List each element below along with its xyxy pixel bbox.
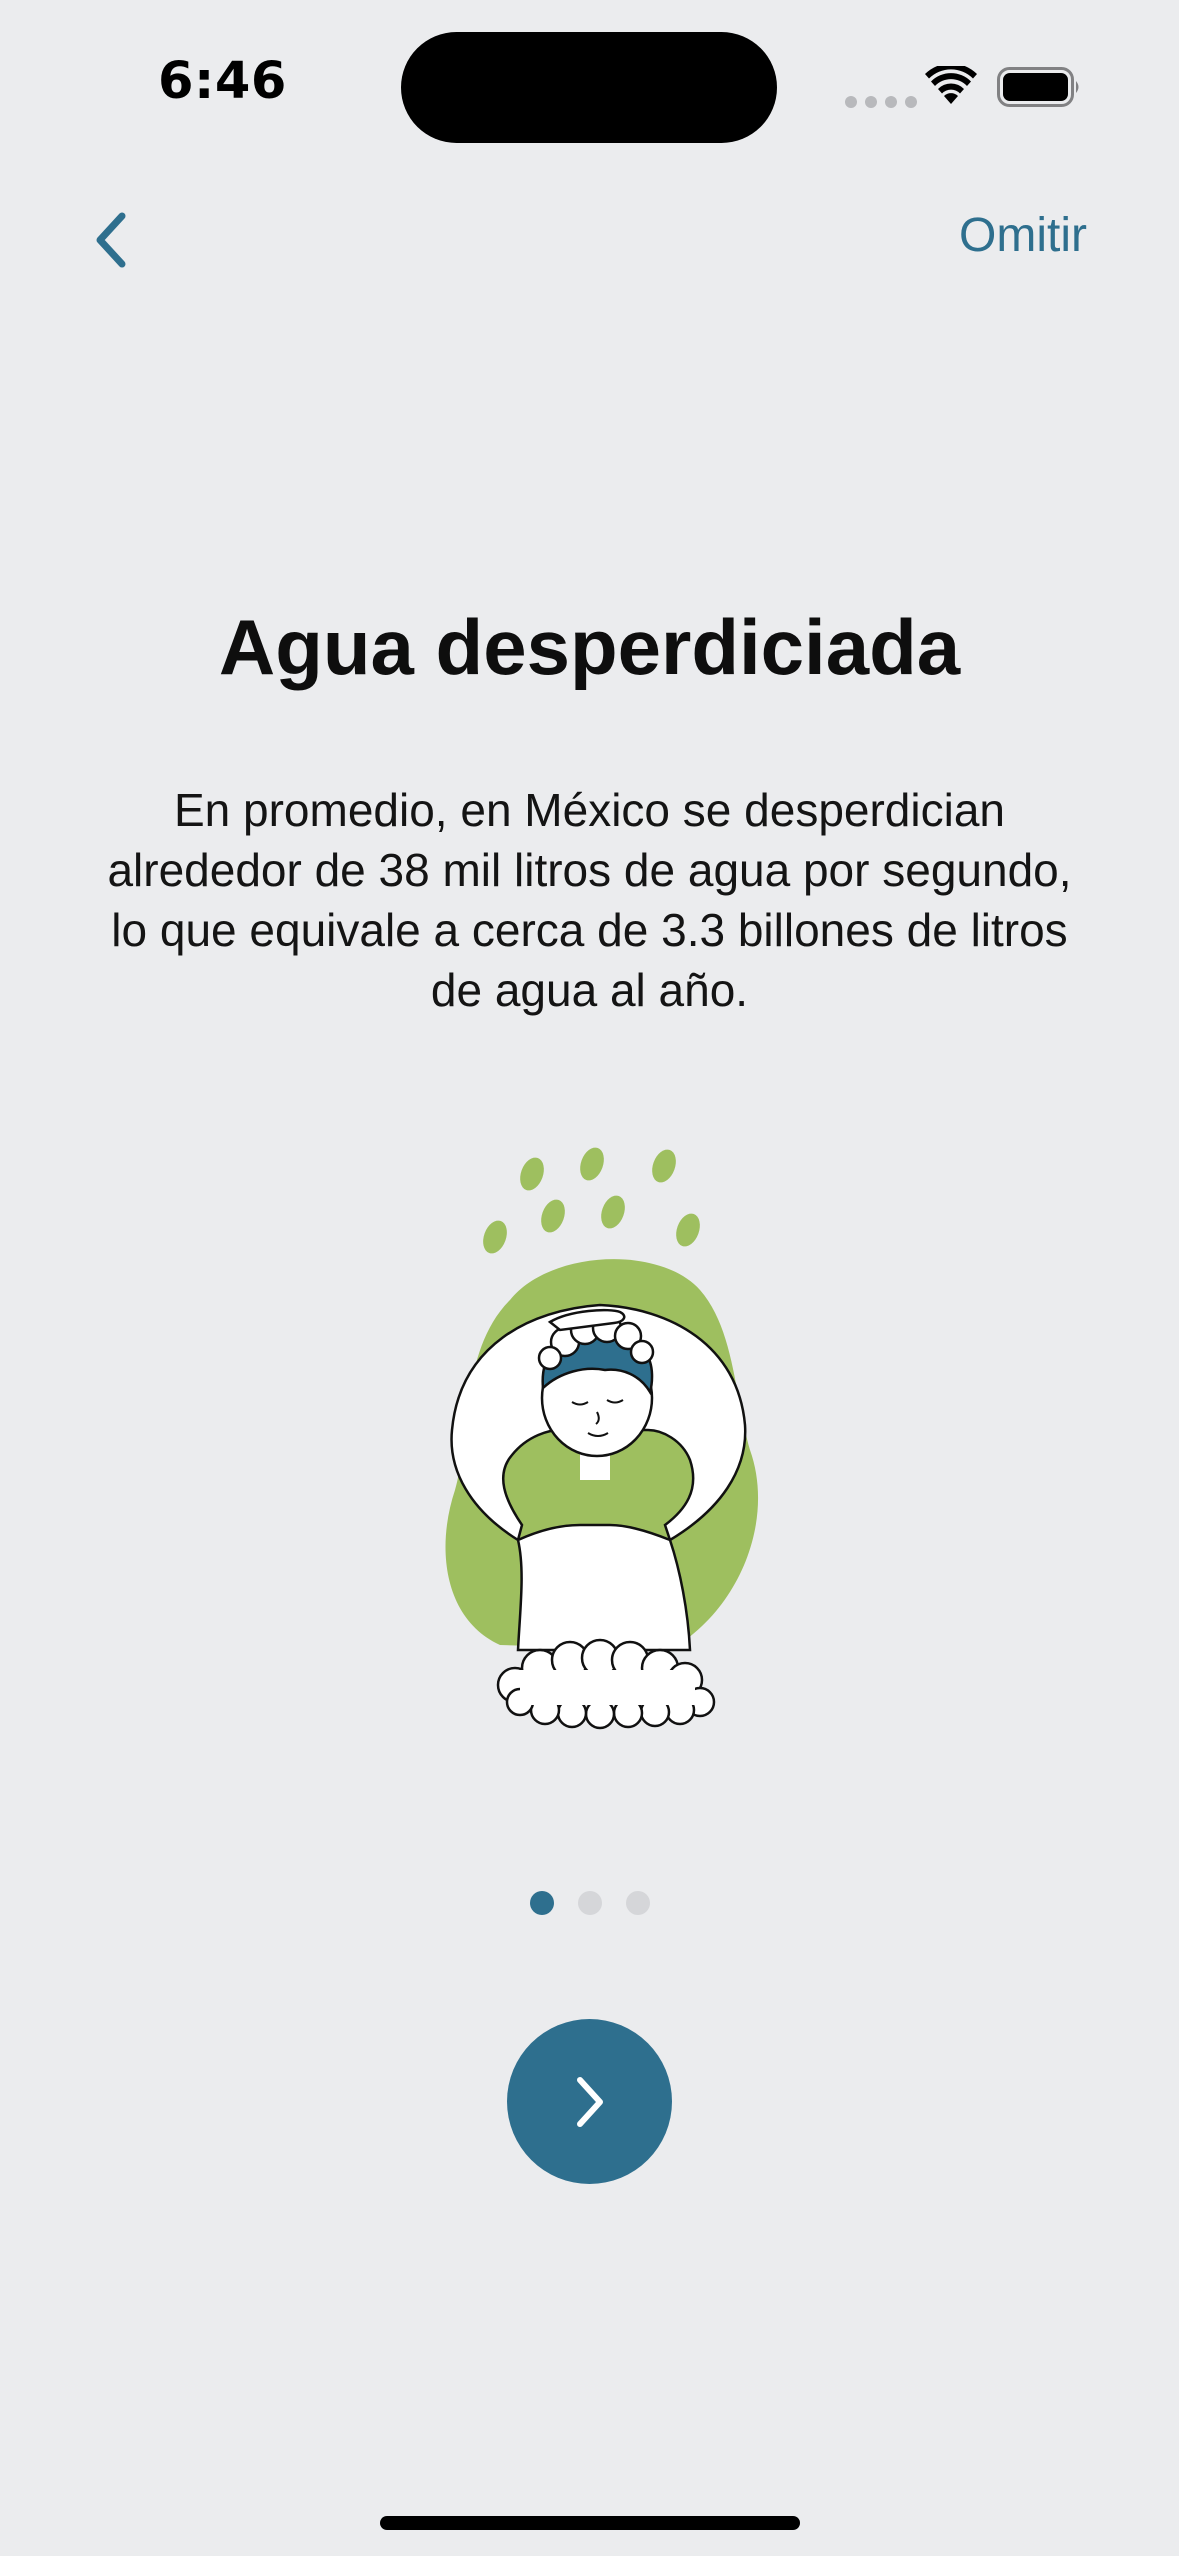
dynamic-island	[401, 32, 777, 143]
home-indicator	[380, 2516, 800, 2530]
page-dot	[626, 1891, 650, 1915]
onboarding-screen: 6:46 Omitir Agua desperdiciada En promed…	[0, 0, 1179, 2556]
back-button[interactable]	[80, 200, 140, 280]
shower-illustration	[445, 1147, 759, 1730]
next-button[interactable]	[507, 2019, 672, 2184]
page-dot	[578, 1891, 602, 1915]
cellular-signal-icon	[845, 96, 917, 108]
wifi-icon	[925, 66, 977, 104]
page-title: Agua desperdiciada	[218, 603, 961, 691]
status-time: 6:46	[158, 52, 287, 111]
water-drops-icon	[483, 1147, 700, 1254]
chevron-left-icon	[96, 212, 126, 268]
skip-button[interactable]: Omitir	[959, 208, 1087, 263]
chevron-right-icon	[576, 2076, 603, 2127]
page-indicator	[530, 1891, 650, 1915]
page-description: En promedio, en México se desperdician a…	[107, 784, 1072, 1016]
page-dot-active	[530, 1891, 554, 1915]
battery-icon	[997, 67, 1079, 107]
